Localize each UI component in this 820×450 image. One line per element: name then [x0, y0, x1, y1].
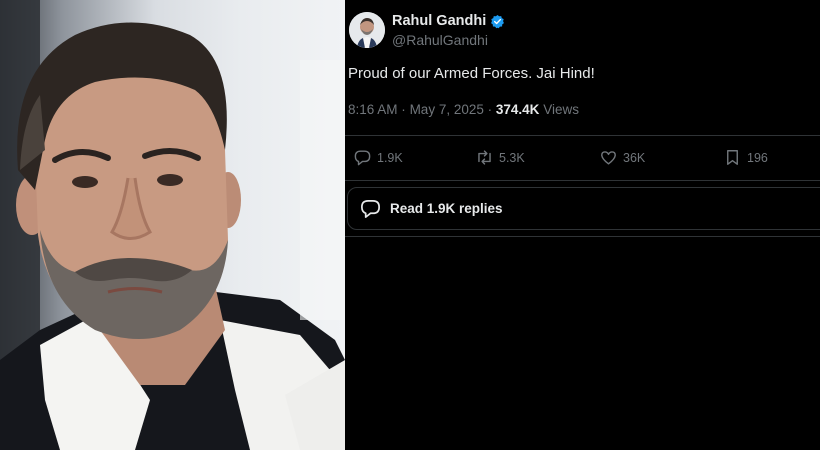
avatar[interactable]	[349, 12, 385, 48]
like-count: 36K	[623, 150, 646, 165]
bookmark-button[interactable]: 196	[723, 148, 768, 167]
repost-arrows-icon	[478, 150, 491, 165]
tweet-meta: 8:16 AM · May 7, 2025 · 374.4K Views	[348, 102, 579, 117]
bookmark-count: 196	[747, 150, 768, 165]
read-replies-label: Read 1.9K replies	[390, 201, 503, 216]
read-replies-button[interactable]: Read 1.9K replies	[347, 187, 820, 230]
tweet-text: Proud of our Armed Forces. Jai Hind!	[348, 65, 595, 82]
tweet-time[interactable]: 8:16 AM	[348, 102, 398, 117]
speech-bubble-icon	[361, 199, 380, 218]
repost-button[interactable]: 5.3K	[475, 148, 525, 167]
reply-button[interactable]: 1.9K	[353, 148, 403, 167]
heart-icon	[601, 151, 616, 165]
repost-count: 5.3K	[499, 150, 525, 165]
verified-badge-icon	[490, 14, 505, 29]
author-handle[interactable]: @RahulGandhi	[392, 32, 488, 48]
tweet-date[interactable]: May 7, 2025	[410, 102, 484, 117]
reply-count: 1.9K	[377, 150, 403, 165]
views-label: Views	[543, 102, 579, 117]
author-name-row: Rahul Gandhi	[392, 13, 505, 29]
avatar-image	[349, 12, 385, 48]
portrait-photo	[0, 0, 345, 450]
meta-separator: ·	[487, 102, 493, 117]
tweet-panel: Rahul Gandhi @RahulGandhi Proud of our A…	[345, 0, 820, 450]
like-button[interactable]: 36K	[599, 148, 645, 167]
author-name[interactable]: Rahul Gandhi	[392, 13, 486, 29]
portrait-illustration	[0, 0, 345, 450]
speech-bubble-icon	[354, 150, 371, 166]
tweet-actions: 1.9K 5.3K 36K 196	[345, 148, 820, 168]
divider	[345, 236, 820, 237]
meta-separator: ·	[401, 102, 406, 117]
views-count[interactable]: 374.4K	[496, 102, 540, 117]
bookmark-icon	[727, 150, 738, 165]
divider	[345, 180, 820, 181]
divider	[345, 135, 820, 136]
